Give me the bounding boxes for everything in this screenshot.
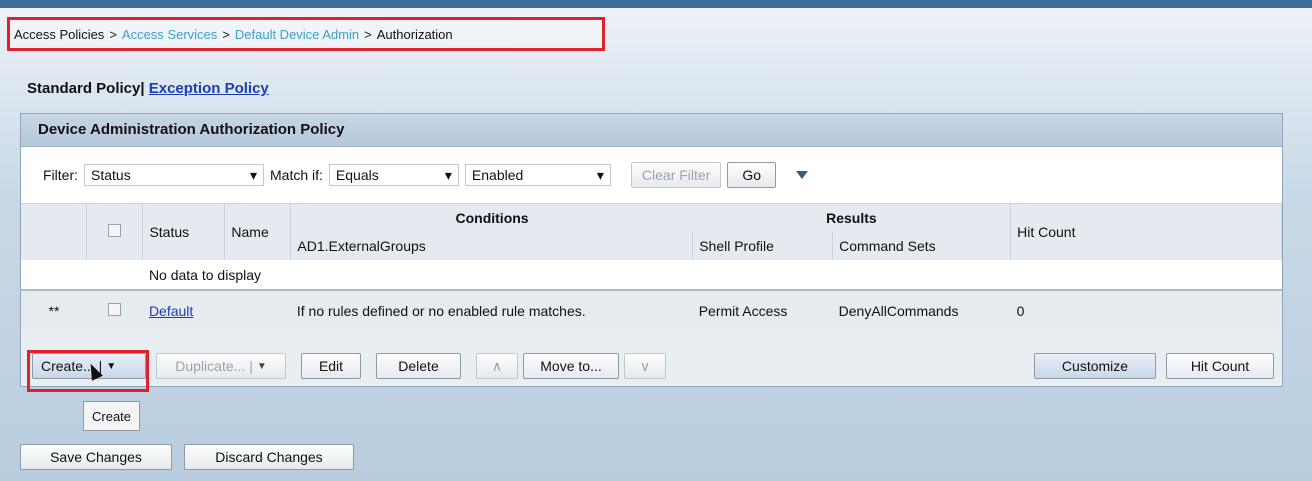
breadcrumb-separator: > [109, 26, 117, 42]
default-row-shell-profile: Permit Access [698, 302, 788, 319]
filter-options-icon[interactable] [796, 171, 809, 179]
filter-operator-select[interactable]: Equals ▾ [328, 164, 459, 186]
policy-table: Status Name Conditions Results Hit Count… [21, 204, 1282, 330]
move-down-button[interactable]: ∨ [624, 353, 666, 379]
header-name[interactable]: Name [224, 204, 292, 260]
dropdown-arrow-icon: ▾ [249, 166, 257, 183]
save-changes-button[interactable]: Save Changes [20, 444, 172, 470]
move-to-button[interactable]: Move to... [523, 353, 619, 379]
header-ad1-external-groups[interactable]: AD1.ExternalGroups [290, 232, 694, 260]
filter-bar: Filter: Status ▾ Match if: Equals ▾ Enab… [21, 147, 1282, 204]
empty-cell [87, 260, 143, 290]
filter-field-select[interactable]: Status ▾ [84, 164, 264, 186]
breadcrumb: Access Policies > Access Services > Defa… [7, 17, 605, 51]
default-row-marker: ** [48, 302, 60, 319]
move-up-button[interactable]: ∧ [476, 353, 518, 379]
header-shell-profile[interactable]: Shell Profile [692, 232, 834, 260]
default-row-hit-count: 0 [1016, 302, 1025, 319]
hit-count-button[interactable]: Hit Count [1166, 353, 1274, 379]
customize-button[interactable]: Customize [1034, 353, 1156, 379]
default-row-checkbox[interactable] [108, 302, 122, 316]
table-header-row: Status Name Conditions Results Hit Count [21, 204, 1282, 260]
filter-label: Filter: [43, 167, 78, 183]
breadcrumb-default-device-admin[interactable]: Default Device Admin [235, 27, 359, 42]
delete-button[interactable]: Delete [376, 353, 461, 379]
header-command-sets[interactable]: Command Sets [832, 232, 1012, 260]
tab-exception-policy[interactable]: Exception Policy [149, 80, 269, 97]
header-marker-col [21, 204, 88, 260]
edit-button[interactable]: Edit [301, 353, 361, 379]
header-status[interactable]: Status [142, 204, 226, 260]
breadcrumb-access-services[interactable]: Access Services [122, 27, 217, 42]
no-data-message: No data to display [148, 266, 262, 283]
default-row-name-cell: Default [143, 290, 225, 330]
rule-toolbar: Create... | ▼ Duplicate... | ▼ Edit Dele… [21, 347, 1282, 385]
default-row-checkbox-cell [87, 290, 143, 330]
filter-field-value: Status [91, 167, 131, 183]
filter-operator-value: Equals [335, 167, 379, 183]
header-select-all [86, 204, 144, 260]
top-strip [0, 0, 1312, 8]
header-hit-count[interactable]: Hit Count [1010, 204, 1282, 260]
no-data-row: No data to display [21, 260, 1282, 290]
tab-standard-policy[interactable]: Standard Policy| [27, 80, 145, 97]
duplicate-button[interactable]: Duplicate... | ▼ [156, 353, 286, 379]
filter-value-select[interactable]: Enabled ▾ [464, 164, 611, 186]
panel-title: Device Administration Authorization Poli… [21, 114, 1282, 147]
default-rule-link[interactable]: Default [149, 303, 193, 319]
policy-tabs: Standard Policy| Exception Policy [27, 80, 269, 97]
empty-cell [225, 290, 291, 330]
authorization-policy-panel: Device Administration Authorization Poli… [20, 113, 1283, 387]
discard-changes-button[interactable]: Discard Changes [184, 444, 354, 470]
default-row-command-sets: DenyAllCommands [838, 302, 959, 319]
clear-filter-button[interactable]: Clear Filter [630, 162, 722, 188]
dropdown-arrow-icon[interactable]: ▼ [257, 361, 267, 372]
header-conditions: Conditions [455, 210, 529, 226]
match-if-label: Match if: [270, 167, 323, 183]
create-tooltip: Create [83, 401, 141, 431]
duplicate-button-label: Duplicate... | [175, 358, 253, 374]
dropdown-arrow-icon: ▾ [444, 166, 452, 183]
table-row-default: ** Default If no rules defined or no ena… [21, 290, 1282, 330]
select-all-checkbox[interactable] [108, 224, 122, 237]
bottom-actions: Save Changes Discard Changes [20, 444, 354, 470]
breadcrumb-authorization: Authorization [376, 26, 453, 42]
breadcrumb-separator: > [364, 26, 372, 42]
dropdown-arrow-icon: ▾ [596, 166, 604, 183]
go-button[interactable]: Go [727, 162, 777, 188]
filter-value-value: Enabled [471, 167, 524, 183]
breadcrumb-separator: > [222, 26, 230, 42]
breadcrumb-access-policies[interactable]: Access Policies [14, 27, 104, 42]
default-row-condition: If no rules defined or no enabled rule m… [296, 302, 586, 319]
empty-cell [21, 260, 87, 290]
header-results: Results [692, 204, 1012, 232]
